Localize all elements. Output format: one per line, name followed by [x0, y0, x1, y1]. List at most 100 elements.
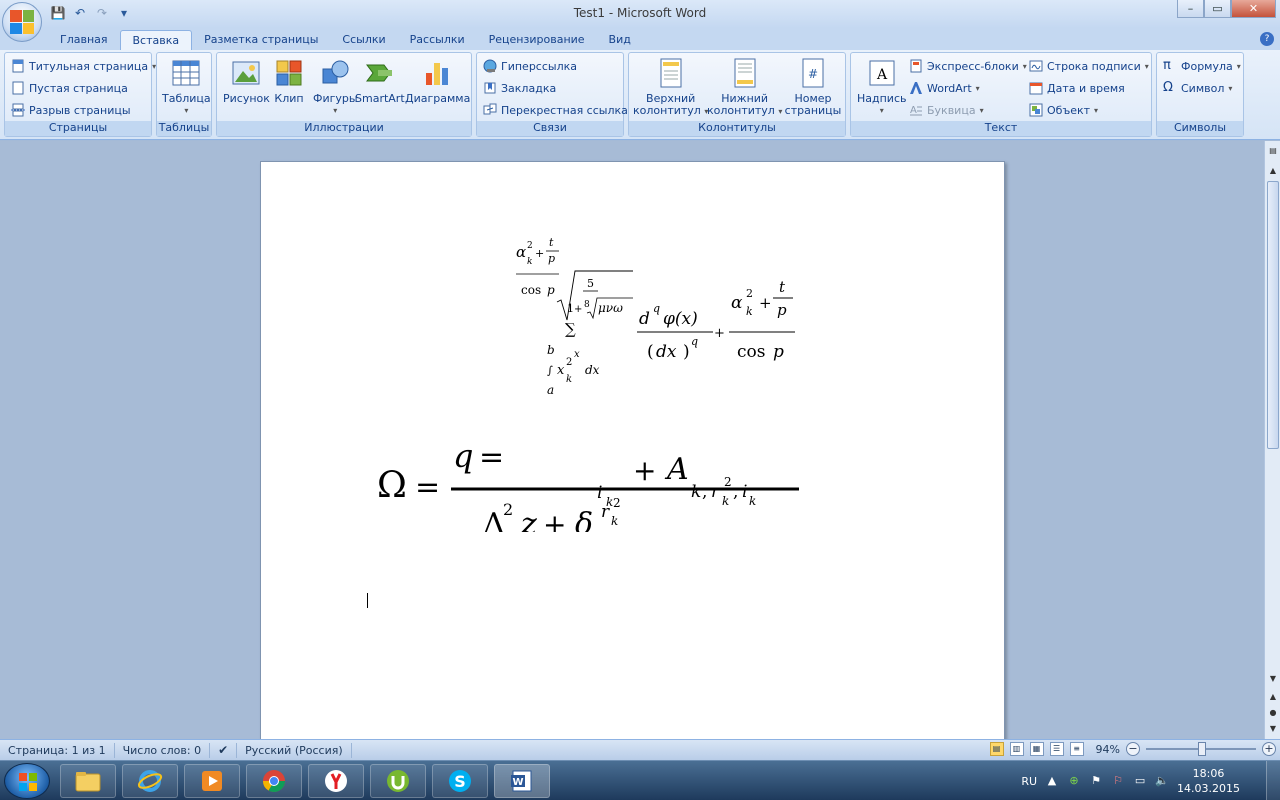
formula-sup-2b: 2	[566, 357, 572, 368]
view-controls: ▤ ▥ ▦ ☰ ≡ 94% − +	[989, 742, 1276, 756]
tab-view[interactable]: Вид	[597, 30, 643, 50]
hyperlink-button[interactable]: Гиперссылка	[483, 59, 577, 73]
zoom-slider[interactable]	[1146, 742, 1256, 756]
close-button[interactable]: ✕	[1231, 0, 1276, 18]
taskbar-explorer[interactable]	[60, 764, 116, 798]
maximize-button[interactable]: ▭	[1204, 0, 1231, 18]
page-number-button[interactable]: # Номер страницы ▾	[781, 57, 845, 130]
draft-icon[interactable]: ≡	[1069, 742, 1084, 756]
input-language[interactable]: RU	[1021, 775, 1037, 788]
help-icon[interactable]: ?	[1260, 32, 1274, 46]
previous-page-icon[interactable]: ▲	[1266, 689, 1280, 705]
print-layout-icon[interactable]: ▤	[989, 742, 1004, 756]
smartart-icon	[365, 64, 392, 82]
header-button[interactable]: Верхний колонтитул ▾	[633, 57, 708, 118]
minimize-button[interactable]: –	[1177, 0, 1204, 18]
group-text: A Надпись ▾ Экспресс-блоки ▾ WordArt ▾ A Б…	[850, 52, 1152, 137]
scroll-thumb[interactable]	[1267, 181, 1279, 449]
zoom-level[interactable]: 94%	[1096, 743, 1120, 756]
office-button[interactable]	[2, 2, 42, 42]
tab-insert[interactable]: Вставка	[119, 30, 193, 50]
tray-green-icon[interactable]: ⊕	[1067, 774, 1081, 788]
bookmark-button[interactable]: Закладка	[483, 81, 556, 95]
table-button[interactable]: Таблица ▾	[162, 57, 211, 117]
zoom-out-button[interactable]: −	[1126, 742, 1140, 756]
formula-sub-k4: k	[611, 514, 618, 528]
header-label-2: колонтитул	[633, 104, 701, 117]
page-break-icon	[11, 103, 25, 117]
taskbar-ie[interactable]	[122, 764, 178, 798]
chart-button[interactable]: Диаграмма	[405, 57, 470, 105]
equation-button[interactable]: π Формула ▾	[1163, 59, 1241, 73]
scroll-down-icon[interactable]: ▼	[1266, 671, 1280, 687]
taskbar: S W RU ▲ ⊕ ⚑ ⚐ ▭ 🔈 18:06 14.03.2015	[0, 760, 1280, 800]
network-icon[interactable]: ⚑	[1089, 774, 1103, 788]
shapes-icon	[322, 60, 349, 84]
taskbar-chrome[interactable]	[246, 764, 302, 798]
formula-alpha-1: α	[516, 243, 526, 261]
blank-page-button[interactable]: Пустая страница	[11, 81, 128, 95]
tab-review[interactable]: Рецензирование	[477, 30, 597, 50]
show-hidden-icons-icon[interactable]: ▲	[1045, 774, 1059, 788]
smartart-button[interactable]: SmartArt	[355, 57, 405, 105]
outline-icon[interactable]: ☰	[1049, 742, 1064, 756]
signature-line-button[interactable]: Строка подписи ▾	[1029, 59, 1149, 73]
group-tables-label: Таблицы	[157, 121, 211, 136]
group-links: Гиперссылка Закладка Перекрестная ссылка…	[476, 52, 628, 137]
action-center-icon[interactable]: ⚐	[1111, 774, 1125, 788]
page-break-button[interactable]: Разрыв страницы	[11, 103, 131, 117]
web-layout-icon[interactable]: ▦	[1029, 742, 1044, 756]
taskbar-word[interactable]: W	[494, 764, 550, 798]
scroll-up-icon[interactable]: ▲	[1266, 163, 1280, 179]
page-count[interactable]: Страница: 1 из 1	[0, 742, 115, 758]
drop-cap-button[interactable]: A Буквица ▾	[909, 103, 984, 117]
bookmark-icon	[484, 82, 496, 94]
quick-parts-button[interactable]: Экспресс-блоки ▾	[909, 59, 1027, 73]
start-button[interactable]	[4, 763, 50, 799]
taskbar-utorrent[interactable]	[370, 764, 426, 798]
taskbar-media-player[interactable]	[184, 764, 240, 798]
table-icon	[172, 60, 200, 86]
full-screen-reading-icon[interactable]: ▥	[1009, 742, 1024, 756]
shapes-button[interactable]: Фигуры ▾	[313, 57, 358, 117]
browse-object-icon[interactable]: ●	[1266, 705, 1280, 721]
tab-mailings[interactable]: Рассылки	[398, 30, 477, 50]
object-button[interactable]: Объект ▾	[1029, 103, 1098, 117]
wordart-button[interactable]: WordArt ▾	[909, 81, 980, 95]
text-box-button[interactable]: A Надпись ▾	[857, 57, 907, 117]
word-count[interactable]: Число слов: 0	[115, 742, 211, 758]
date-time-button[interactable]: Дата и время	[1029, 81, 1125, 95]
calendar-icon	[1029, 82, 1043, 95]
footer-button[interactable]: Нижний колонтитул ▾	[707, 57, 782, 118]
ruler-toggle-icon[interactable]: ▤	[1266, 143, 1280, 159]
taskbar-skype[interactable]: S	[432, 764, 488, 798]
document-page[interactable]: α 2 k + t p cos p 5 1 + 8 μνω ∑ b ∫ x 2 …	[260, 161, 1005, 739]
tab-page-layout[interactable]: Разметка страницы	[192, 30, 330, 50]
zoom-in-button[interactable]: +	[1262, 742, 1276, 756]
clip-art-button[interactable]: Клип	[273, 57, 305, 105]
taskbar-yandex[interactable]	[308, 764, 364, 798]
tab-references[interactable]: Ссылки	[330, 30, 397, 50]
picture-button[interactable]: Рисунок	[223, 57, 270, 105]
cross-reference-button[interactable]: Перекрестная ссылка	[483, 103, 628, 117]
monitor-icon[interactable]: ▭	[1133, 774, 1147, 788]
tab-home[interactable]: Главная	[48, 30, 120, 50]
formula-sup-2e: 2	[613, 496, 621, 510]
volume-icon[interactable]: 🔈	[1155, 774, 1169, 788]
symbol-button[interactable]: Ω Символ ▾	[1163, 81, 1232, 95]
formula-dx2: dx	[656, 342, 677, 362]
cover-page-button[interactable]: Титульная страница ▾	[11, 59, 156, 73]
show-desktop-button[interactable]	[1266, 761, 1280, 800]
clock-date: 14.03.2015	[1177, 782, 1240, 795]
dropdown-arrow-icon: ▾	[1022, 61, 1027, 71]
svg-text:A: A	[910, 105, 917, 116]
clock[interactable]: 18:06 14.03.2015	[1177, 766, 1240, 796]
proofing-icon[interactable]: ✔	[210, 742, 238, 758]
language-indicator[interactable]: Русский (Россия)	[237, 742, 352, 758]
formula-five: 5	[587, 277, 594, 290]
zoom-slider-knob[interactable]	[1198, 742, 1206, 756]
svg-text:#: #	[808, 67, 818, 81]
next-page-icon[interactable]: ▼	[1266, 721, 1280, 737]
document-area: α 2 k + t p cos p 5 1 + 8 μνω ∑ b ∫ x 2 …	[0, 141, 1264, 739]
vertical-scrollbar[interactable]: ▤ ▲ ▼ ▲ ● ▼	[1264, 141, 1280, 739]
